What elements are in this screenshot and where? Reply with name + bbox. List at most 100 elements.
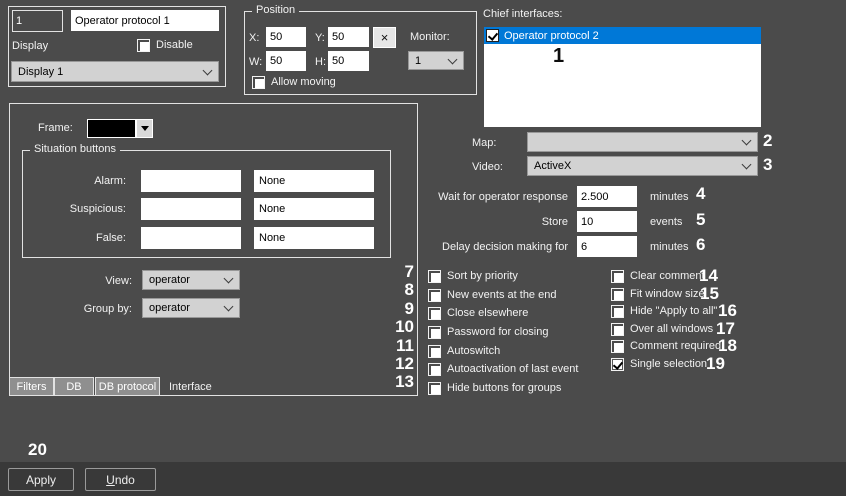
- frame-color-swatch[interactable]: [87, 119, 136, 138]
- annotation-6: 6: [696, 236, 705, 253]
- disable-checkbox[interactable]: [137, 39, 150, 52]
- chief-interfaces-list[interactable]: Operator protocol 2: [484, 27, 761, 127]
- annotation-12: 12: [384, 355, 414, 372]
- display-label: Display: [12, 40, 48, 53]
- x-input[interactable]: [266, 27, 306, 47]
- tab-db[interactable]: DB: [54, 377, 94, 396]
- option-sort-by-priority[interactable]: Sort by priority: [428, 269, 518, 283]
- tab-filters[interactable]: Filters: [9, 377, 54, 396]
- store-unit: events: [650, 216, 682, 229]
- option-close-elsewhere[interactable]: Close elsewhere: [428, 306, 528, 320]
- apply-button[interactable]: Apply: [8, 468, 74, 491]
- undo-button-rest: ndo: [115, 473, 135, 487]
- w-input[interactable]: [266, 51, 306, 71]
- suspicious-input[interactable]: [141, 198, 241, 220]
- option-password-for-closing[interactable]: Password for closing: [428, 325, 549, 339]
- option-label: Clear comment: [630, 270, 705, 282]
- y-input[interactable]: [328, 27, 369, 47]
- group-by-select-value: operator: [149, 302, 190, 314]
- object-name-field[interactable]: [71, 10, 219, 31]
- checkbox[interactable]: [611, 340, 624, 353]
- video-select-value: ActiveX: [534, 160, 571, 172]
- x-label: X:: [249, 32, 259, 45]
- alarm-input[interactable]: [141, 170, 241, 192]
- suspicious-action-field[interactable]: None: [254, 198, 374, 220]
- option-fit-window-size[interactable]: Fit window size: [611, 287, 705, 301]
- chevron-down-icon: [203, 65, 213, 75]
- checkbox[interactable]: [428, 363, 441, 376]
- checkbox[interactable]: [428, 382, 441, 395]
- disable-option[interactable]: Disable: [137, 38, 193, 52]
- monitor-select-value: 1: [415, 55, 421, 67]
- position-group-title: Position: [252, 4, 299, 16]
- annotation-17: 17: [716, 320, 735, 337]
- monitor-select[interactable]: 1: [408, 51, 464, 70]
- disable-label: Disable: [156, 39, 193, 51]
- checkbox[interactable]: [611, 358, 624, 371]
- false-action-field[interactable]: None: [254, 227, 374, 249]
- option-label: Password for closing: [447, 326, 549, 338]
- tab-db-protocol[interactable]: DB protocol: [95, 377, 160, 396]
- option-label: Hide "Apply to all": [630, 305, 717, 317]
- view-select[interactable]: operator: [142, 270, 240, 290]
- checkbox[interactable]: [428, 326, 441, 339]
- display-select[interactable]: Display 1: [11, 61, 219, 82]
- frame-color-dropdown-button[interactable]: [136, 119, 153, 138]
- group-by-select[interactable]: operator: [142, 298, 240, 318]
- list-item[interactable]: Operator protocol 2: [484, 27, 761, 44]
- option-comment-required[interactable]: Comment required: [611, 339, 721, 353]
- checkbox[interactable]: [428, 289, 441, 302]
- wait-response-input[interactable]: [577, 186, 637, 207]
- dropdown-arrow-icon: [141, 126, 149, 131]
- map-label: Map:: [472, 137, 496, 150]
- option-label: Single selection: [630, 358, 707, 370]
- object-id-field[interactable]: [12, 10, 63, 32]
- list-item-checkbox[interactable]: [486, 29, 499, 42]
- undo-button[interactable]: Undo: [85, 468, 156, 491]
- alarm-action-field[interactable]: None: [254, 170, 374, 192]
- h-input[interactable]: [328, 51, 369, 71]
- delay-decision-label: Delay decision making for: [418, 241, 568, 254]
- undo-button-accel: U: [106, 473, 115, 487]
- checkbox[interactable]: [611, 270, 624, 283]
- checkbox[interactable]: [428, 270, 441, 283]
- store-label: Store: [418, 216, 568, 229]
- wait-response-unit: minutes: [650, 191, 689, 204]
- annotation-13: 13: [384, 373, 414, 390]
- option-hide-apply-to-all[interactable]: Hide "Apply to all": [611, 304, 717, 318]
- display-select-value: Display 1: [18, 66, 63, 78]
- tab-interface[interactable]: Interface: [163, 377, 233, 396]
- delay-decision-input[interactable]: [577, 236, 637, 257]
- option-over-all-windows[interactable]: Over all windows: [611, 322, 713, 336]
- video-select[interactable]: ActiveX: [527, 156, 758, 176]
- annotation-15: 15: [700, 285, 719, 302]
- store-input[interactable]: [577, 211, 637, 232]
- option-hide-buttons-for-groups[interactable]: Hide buttons for groups: [428, 381, 561, 395]
- clear-position-button[interactable]: ×: [373, 27, 396, 48]
- allow-moving-label: Allow moving: [271, 76, 336, 88]
- frame-label: Frame:: [38, 122, 73, 135]
- option-label: Comment required: [630, 340, 721, 352]
- allow-moving-option[interactable]: Allow moving: [252, 75, 336, 89]
- false-input[interactable]: [141, 227, 241, 249]
- annotation-19: 19: [706, 355, 725, 372]
- checkbox[interactable]: [611, 323, 624, 336]
- option-label: Hide buttons for groups: [447, 382, 561, 394]
- option-label: Sort by priority: [447, 270, 518, 282]
- checkbox[interactable]: [611, 305, 624, 318]
- annotation-1: 1: [553, 46, 564, 66]
- checkbox[interactable]: [611, 288, 624, 301]
- annotation-3: 3: [763, 156, 772, 173]
- chief-interfaces-label: Chief interfaces:: [483, 8, 562, 21]
- allow-moving-checkbox[interactable]: [252, 76, 265, 89]
- checkbox[interactable]: [428, 345, 441, 358]
- option-new-events-at-end[interactable]: New events at the end: [428, 288, 556, 302]
- option-label: Fit window size: [630, 288, 705, 300]
- map-select[interactable]: [527, 132, 758, 152]
- option-autoswitch[interactable]: Autoswitch: [428, 344, 500, 358]
- option-single-selection[interactable]: Single selection: [611, 357, 707, 371]
- option-autoactivation-last-event[interactable]: Autoactivation of last event: [428, 362, 578, 376]
- monitor-label: Monitor:: [410, 31, 450, 44]
- checkbox[interactable]: [428, 307, 441, 320]
- option-clear-comment[interactable]: Clear comment: [611, 269, 705, 283]
